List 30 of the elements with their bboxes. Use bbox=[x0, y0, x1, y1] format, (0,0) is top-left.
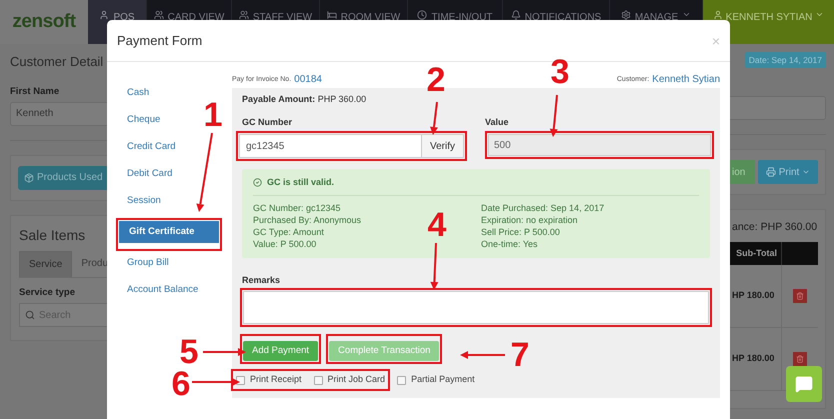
checkbox-label: Print Job Card bbox=[328, 373, 386, 386]
detail-text: Purchased By: Anonymous bbox=[253, 214, 362, 226]
annotation-number: 6 bbox=[172, 367, 190, 401]
field-label: Remarks bbox=[242, 274, 282, 286]
field-label: Service type bbox=[19, 286, 76, 300]
annotation-number: 4 bbox=[428, 208, 446, 242]
section-title: Sale Items bbox=[19, 226, 86, 245]
alert-title: GC is still valid. bbox=[267, 176, 334, 189]
checkbox-label: Partial Payment bbox=[411, 373, 475, 386]
annotation-number: 1 bbox=[204, 98, 222, 132]
annotation-number: 5 bbox=[180, 335, 198, 369]
payable-amount: Payable Amount: PHP 360.00 bbox=[242, 93, 368, 106]
detail-text: GC Number: gc12345 bbox=[253, 202, 341, 214]
balance-text: ance: PHP 360.00 bbox=[731, 220, 818, 235]
dialog-title: Payment Form bbox=[117, 32, 202, 50]
annotation-number: 2 bbox=[426, 63, 446, 97]
page-heading: Customer Detail bbox=[10, 53, 104, 71]
field-label: First Name bbox=[10, 84, 60, 98]
date-badge: Date: Sep 14, 2017 bbox=[744, 52, 826, 68]
detail-text: One-time: Yes bbox=[481, 238, 538, 250]
annotation-number: 3 bbox=[550, 55, 570, 89]
detail-text: GC Type: Amount bbox=[253, 226, 324, 238]
detail-text: Date Purchased: Sep 14, 2017 bbox=[481, 202, 604, 214]
detail-text: Sell Price: P 500.00 bbox=[481, 226, 560, 238]
detail-text: Value: P 500.00 bbox=[253, 238, 316, 250]
field-label: Value bbox=[485, 116, 510, 128]
checkbox-label: Print Receipt bbox=[250, 373, 302, 386]
field-label: GC Number bbox=[242, 116, 294, 128]
annotation-number: 7 bbox=[510, 338, 530, 372]
detail-text: Expiration: no expiration bbox=[481, 214, 578, 226]
